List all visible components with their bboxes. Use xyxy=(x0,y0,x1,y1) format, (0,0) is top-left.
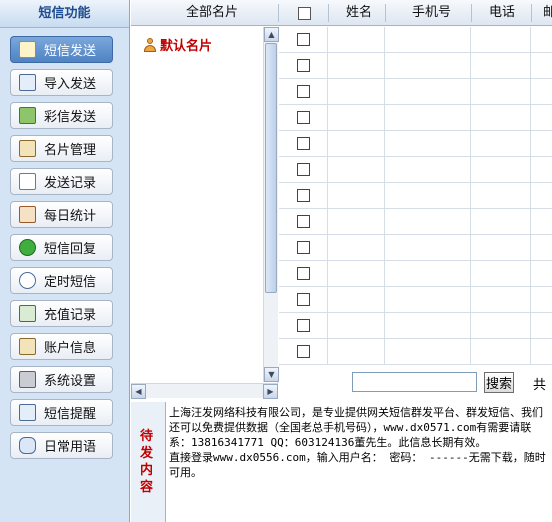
sidebar: 短信功能 短信发送 导入发送 彩信发送 名片管理 发送记录 每日统计 短信回复 xyxy=(0,0,130,522)
sidebar-item-recharge-records[interactable]: 充值记录 xyxy=(10,300,113,327)
mms-image-icon xyxy=(19,107,36,124)
pending-content-label: 待发内容 xyxy=(140,429,154,495)
table-row[interactable] xyxy=(279,105,552,131)
sidebar-item-label: 彩信发送 xyxy=(44,110,97,125)
table-row[interactable] xyxy=(279,339,552,365)
account-icon xyxy=(19,338,36,355)
header-all-cards[interactable]: 全部名片 xyxy=(186,0,238,26)
sidebar-item-daily-phrases[interactable]: 日常用语 xyxy=(10,432,113,459)
sidebar-item-label: 充值记录 xyxy=(44,308,97,323)
row-checkbox[interactable] xyxy=(297,267,310,280)
scroll-left-arrow-icon[interactable]: ◀ xyxy=(131,384,146,399)
table-row[interactable] xyxy=(279,261,552,287)
tree-horizontal-scrollbar[interactable]: ◀ ▶ xyxy=(131,383,278,399)
sidebar-item-label: 定时短信 xyxy=(44,275,97,290)
tree-vertical-scrollbar[interactable]: ▲ ▼ xyxy=(263,27,279,382)
sidebar-item-label: 短信回复 xyxy=(44,242,97,257)
tree-item-default-group[interactable]: 默认名片 xyxy=(143,35,212,54)
table-row[interactable] xyxy=(279,53,552,79)
row-checkbox[interactable] xyxy=(297,137,310,150)
sidebar-item-label: 系统设置 xyxy=(44,374,97,389)
header-name[interactable]: 姓名 xyxy=(346,0,372,26)
reminder-icon xyxy=(19,404,36,421)
row-checkbox[interactable] xyxy=(297,241,310,254)
header-divider xyxy=(471,4,472,22)
scroll-down-arrow-icon[interactable]: ▼ xyxy=(264,367,279,382)
table-row[interactable] xyxy=(279,157,552,183)
search-input[interactable] xyxy=(352,372,477,392)
sidebar-item-sms-reminder[interactable]: 短信提醒 xyxy=(10,399,113,426)
sidebar-item-label: 短信提醒 xyxy=(44,407,97,422)
row-checkbox[interactable] xyxy=(297,33,310,46)
document-icon xyxy=(19,173,36,190)
sidebar-item-label: 短信发送 xyxy=(44,44,97,59)
pending-message-textarea[interactable]: 上海汪发网络科技有限公司，是专业提供网关短信群发平台、群发短信、我们还可以免费提… xyxy=(167,403,552,522)
row-checkbox[interactable] xyxy=(297,345,310,358)
sidebar-item-label: 发送记录 xyxy=(44,176,97,191)
row-checkbox[interactable] xyxy=(297,189,310,202)
row-checkbox[interactable] xyxy=(297,293,310,306)
power-reply-icon xyxy=(19,239,36,256)
scrollbar-thumb[interactable] xyxy=(265,43,277,293)
sidebar-item-account-info[interactable]: 账户信息 xyxy=(10,333,113,360)
sidebar-item-label: 导入发送 xyxy=(44,77,97,92)
total-count-label: 共 xyxy=(533,378,547,393)
card-manage-icon xyxy=(19,140,36,157)
row-checkbox[interactable] xyxy=(297,215,310,228)
header-divider xyxy=(531,4,532,22)
table-row[interactable] xyxy=(279,27,552,53)
import-icon xyxy=(19,74,36,91)
card-group-tree: 默认名片 xyxy=(131,27,278,397)
header-divider xyxy=(385,4,386,22)
contact-grid xyxy=(279,27,552,365)
sidebar-item-import-send[interactable]: 导入发送 xyxy=(10,69,113,96)
table-row[interactable] xyxy=(279,131,552,157)
person-icon xyxy=(143,37,157,52)
header-divider xyxy=(278,4,279,22)
sidebar-item-label: 账户信息 xyxy=(44,341,97,356)
sidebar-item-label: 名片管理 xyxy=(44,143,97,158)
table-row[interactable] xyxy=(279,287,552,313)
sidebar-item-label: 日常用语 xyxy=(44,440,97,455)
table-row[interactable] xyxy=(279,79,552,105)
sidebar-item-scheduled-sms[interactable]: 定时短信 xyxy=(10,267,113,294)
header-extra[interactable]: 邮 xyxy=(543,0,552,26)
row-checkbox[interactable] xyxy=(297,59,310,72)
pending-content-tab: 待发内容 xyxy=(131,402,166,522)
sidebar-title: 短信功能 xyxy=(0,0,129,28)
row-checkbox[interactable] xyxy=(297,163,310,176)
sidebar-item-system-settings[interactable]: 系统设置 xyxy=(10,366,113,393)
contact-table-header: 全部名片 姓名 手机号 电话 邮 xyxy=(131,0,552,26)
clock-icon xyxy=(19,272,36,289)
sidebar-item-card-manage[interactable]: 名片管理 xyxy=(10,135,113,162)
envelope-icon xyxy=(19,41,36,58)
header-mobile[interactable]: 手机号 xyxy=(412,0,451,26)
wrench-icon xyxy=(19,371,36,388)
header-phone[interactable]: 电话 xyxy=(489,0,515,26)
row-checkbox[interactable] xyxy=(297,319,310,332)
ledger-icon xyxy=(19,305,36,322)
sidebar-item-send-records[interactable]: 发送记录 xyxy=(10,168,113,195)
scroll-up-arrow-icon[interactable]: ▲ xyxy=(264,27,279,42)
row-checkbox[interactable] xyxy=(297,111,310,124)
table-row[interactable] xyxy=(279,313,552,339)
sidebar-item-daily-stats[interactable]: 每日统计 xyxy=(10,201,113,228)
scroll-right-arrow-icon[interactable]: ▶ xyxy=(263,384,278,399)
row-checkbox[interactable] xyxy=(297,85,310,98)
sidebar-item-label: 每日统计 xyxy=(44,209,97,224)
select-all-checkbox[interactable] xyxy=(298,7,311,20)
table-row[interactable] xyxy=(279,235,552,261)
calendar-icon xyxy=(19,206,36,223)
sidebar-item-mms-send[interactable]: 彩信发送 xyxy=(10,102,113,129)
tree-item-label: 默认名片 xyxy=(160,39,213,54)
sidebar-item-sms-reply[interactable]: 短信回复 xyxy=(10,234,113,261)
sidebar-item-sms-send[interactable]: 短信发送 xyxy=(10,36,113,63)
table-row[interactable] xyxy=(279,183,552,209)
header-divider xyxy=(328,4,329,22)
search-button[interactable]: 搜索 xyxy=(484,372,514,393)
chat-bubbles-icon xyxy=(19,437,36,454)
table-row[interactable] xyxy=(279,209,552,235)
